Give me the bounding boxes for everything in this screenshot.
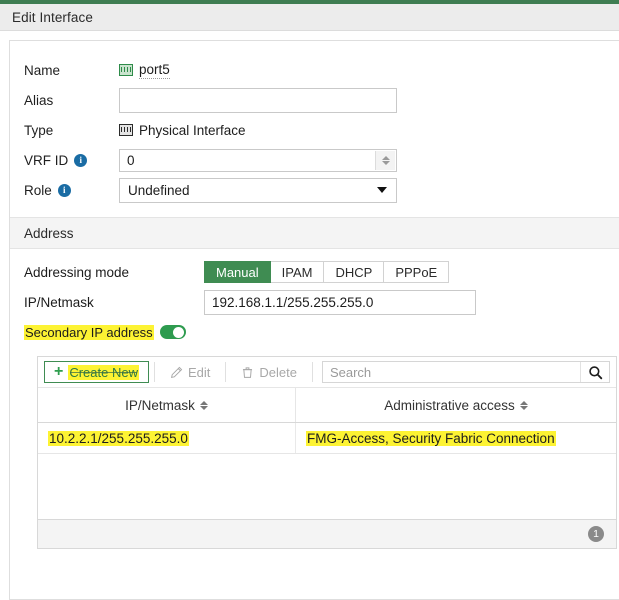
role-label: Role i [24, 183, 119, 198]
cell-ip-netmask: 10.2.2.1/255.255.255.0 [38, 422, 296, 454]
vrf-id-label-text: VRF ID [24, 152, 69, 168]
table-empty-space [38, 454, 616, 520]
physical-interface-icon [119, 124, 133, 136]
pencil-icon [170, 366, 183, 378]
delete-label: Delete [259, 364, 297, 380]
name-value-wrap: port5 [119, 62, 170, 79]
address-section-title: Address [24, 225, 74, 241]
network-port-icon [119, 64, 133, 76]
create-new-button[interactable]: + Create New [44, 361, 149, 383]
trash-icon [243, 366, 253, 378]
table-row[interactable]: 10.2.2.1/255.255.255.0 FMG-Access, Secur… [38, 422, 616, 454]
segment-ipam[interactable]: IPAM [270, 261, 325, 283]
cell-value: 10.2.2.1/255.255.255.0 [48, 430, 189, 446]
field-row-vrf-id: VRF ID i 0 [10, 145, 619, 175]
table-toolbar: + Create New Edit Delete Search [38, 357, 616, 388]
edit-interface-panel: Name port5 Alias Type Physical Interface [9, 40, 619, 600]
edit-interface-window: Edit Interface Name port5 Alias Type Phy… [0, 0, 619, 600]
edit-button[interactable]: Edit [160, 361, 220, 383]
field-row-role: Role i Undefined [10, 175, 619, 205]
vrf-id-input-wrap: 0 [119, 148, 397, 172]
alias-input-wrap [119, 87, 397, 113]
stepper-arrows-icon[interactable] [375, 150, 395, 170]
type-value: Physical Interface [139, 122, 246, 138]
addressing-mode-segmented-control: Manual IPAM DHCP PPPoE [204, 261, 450, 283]
window-header: Edit Interface [0, 4, 619, 31]
interface-form: Name port5 Alias Type Physical Interface [10, 41, 619, 211]
chevron-down-icon [377, 187, 387, 193]
create-new-label: Create New [68, 364, 139, 380]
vrf-id-label: VRF ID i [24, 153, 119, 168]
table-header-row: IP/Netmask Administrative access [38, 388, 616, 423]
alias-input[interactable] [119, 87, 397, 113]
ip-netmask-value: 192.168.1.1/255.255.255.0 [212, 294, 374, 310]
cell-admin-access: FMG-Access, Security Fabric Connection [295, 422, 616, 454]
table-footer: 1 [38, 520, 616, 548]
role-selected-value: Undefined [128, 182, 190, 198]
column-header-admin-access[interactable]: Administrative access [295, 388, 616, 423]
magnifier-icon [588, 365, 602, 379]
column-label: Administrative access [384, 397, 515, 413]
cell-value: FMG-Access, Security Fabric Connection [306, 430, 556, 446]
field-row-ip-netmask: IP/Netmask 192.168.1.1/255.255.255.0 [10, 287, 619, 317]
segment-pppoe[interactable]: PPPoE [384, 261, 450, 283]
role-select-wrap: Undefined [119, 177, 397, 203]
table-head: IP/Netmask Administrative access [38, 388, 616, 423]
ip-netmask-input-wrap: 192.168.1.1/255.255.255.0 [204, 289, 476, 315]
toolbar-divider [153, 362, 155, 382]
secondary-ip-toggle[interactable] [159, 325, 186, 339]
search-button[interactable] [580, 362, 609, 382]
name-label: Name [24, 62, 61, 78]
delete-button[interactable]: Delete [231, 361, 307, 383]
secondary-ip-table-widget: + Create New Edit Delete Search IP/Netma… [37, 356, 617, 549]
segment-dhcp[interactable]: DHCP [324, 261, 385, 283]
role-select[interactable]: Undefined [119, 177, 397, 203]
field-row-addressing-mode: Addressing mode Manual IPAM DHCP PPPoE [10, 257, 619, 287]
plus-icon: + [54, 363, 64, 380]
role-label-text: Role [24, 182, 52, 198]
search-input[interactable] [322, 361, 580, 383]
toolbar-divider [311, 362, 313, 382]
toolbar-divider [225, 362, 227, 382]
address-section: Addressing mode Manual IPAM DHCP PPPoE I… [10, 249, 619, 549]
alias-label: Alias [24, 92, 54, 108]
column-header-ip-netmask[interactable]: IP/Netmask [38, 388, 296, 423]
table-body: 10.2.2.1/255.255.255.0 FMG-Access, Secur… [38, 422, 616, 454]
address-section-header: Address [10, 217, 619, 249]
info-icon[interactable]: i [57, 183, 71, 197]
vrf-id-stepper[interactable]: 0 [119, 148, 397, 172]
ip-netmask-label: IP/Netmask [24, 294, 94, 310]
field-row-type: Type Physical Interface [10, 115, 619, 145]
field-row-secondary-ip: Secondary IP address [10, 317, 619, 347]
toggle-knob [173, 326, 185, 338]
vrf-id-value: 0 [127, 152, 135, 168]
secondary-ip-label: Secondary IP address [24, 324, 154, 340]
search-box [321, 361, 610, 383]
secondary-ip-table: IP/Netmask Administrative access 10.2.2.… [38, 388, 616, 454]
window-title: Edit Interface [12, 9, 93, 25]
segment-manual[interactable]: Manual [204, 261, 271, 283]
type-value-wrap: Physical Interface [119, 123, 246, 138]
edit-label: Edit [187, 364, 211, 380]
sort-arrows-icon [519, 400, 528, 410]
info-icon[interactable]: i [74, 153, 88, 167]
type-label: Type [24, 122, 54, 138]
field-row-alias: Alias [10, 85, 619, 115]
row-count-badge: 1 [588, 526, 604, 542]
addressing-mode-label: Addressing mode [24, 264, 130, 280]
sort-arrows-icon [199, 400, 208, 410]
ip-netmask-input[interactable]: 192.168.1.1/255.255.255.0 [204, 289, 476, 315]
field-row-name: Name port5 [10, 55, 619, 85]
name-value: port5 [139, 61, 170, 79]
column-label: IP/Netmask [125, 397, 195, 413]
